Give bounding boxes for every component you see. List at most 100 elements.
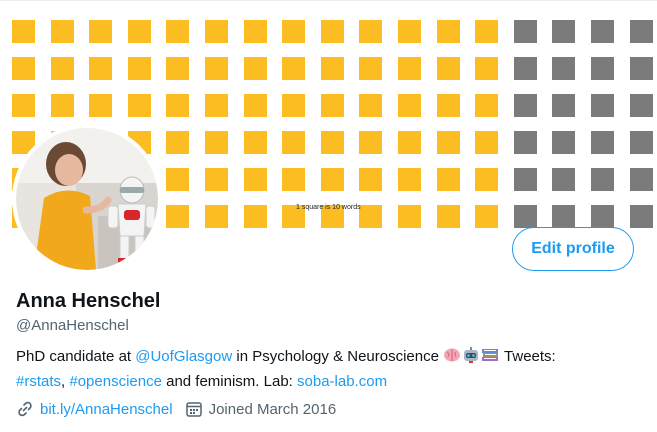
word-square: [89, 20, 112, 43]
word-square: [166, 205, 189, 228]
word-square: [630, 168, 653, 191]
word-square: [128, 57, 151, 80]
word-square: [128, 94, 151, 117]
books-emoji: [481, 346, 499, 371]
bio-text: PhD candidate at: [16, 348, 136, 365]
word-square: [321, 94, 344, 117]
word-square: [398, 168, 421, 191]
word-square: [475, 94, 498, 117]
word-square: [630, 20, 653, 43]
link-icon: [16, 400, 34, 418]
word-square: [514, 20, 537, 43]
word-square: [244, 205, 267, 228]
hashtag-rstats-link[interactable]: #rstats: [16, 373, 61, 390]
word-square: [166, 131, 189, 154]
word-square: [282, 20, 305, 43]
word-square: [475, 20, 498, 43]
word-square: [205, 168, 228, 191]
word-square: [437, 20, 460, 43]
word-square: [437, 131, 460, 154]
word-square: [514, 205, 537, 228]
word-square: [630, 131, 653, 154]
word-square: [282, 94, 305, 117]
mention-link[interactable]: @UofGlasgow: [135, 348, 232, 365]
word-square: [398, 131, 421, 154]
word-square: [205, 94, 228, 117]
word-square: [166, 168, 189, 191]
word-square: [359, 20, 382, 43]
word-square: [282, 168, 305, 191]
word-square: [51, 20, 74, 43]
word-square: [552, 57, 575, 80]
word-square: [89, 57, 112, 80]
word-square: [437, 57, 460, 80]
word-square: [12, 57, 35, 80]
word-square: [205, 20, 228, 43]
word-square: [475, 131, 498, 154]
bio-text: in Psychology & Neuroscience: [232, 348, 444, 365]
word-square: [359, 94, 382, 117]
word-square: [514, 57, 537, 80]
bio-text: and feminism. Lab:: [161, 373, 298, 390]
word-square: [437, 94, 460, 117]
word-square: [630, 57, 653, 80]
word-square: [51, 94, 74, 117]
website-link[interactable]: bit.ly/AnnaHenschel: [40, 401, 173, 418]
word-square: [128, 20, 151, 43]
word-square: [398, 94, 421, 117]
word-square: [12, 20, 35, 43]
word-square: [321, 57, 344, 80]
word-square: [591, 131, 614, 154]
word-square: [321, 20, 344, 43]
word-square: [244, 57, 267, 80]
word-square: [282, 131, 305, 154]
word-square: [205, 131, 228, 154]
word-square: [244, 20, 267, 43]
word-square: [321, 168, 344, 191]
joined-date: Joined March 2016: [208, 400, 337, 418]
word-square: [591, 205, 614, 228]
hashtag-openscience-link[interactable]: #openscience: [69, 373, 162, 390]
calendar-icon: [185, 400, 203, 418]
word-square: [398, 20, 421, 43]
word-square: [282, 57, 305, 80]
banner-caption: 1 square is 10 words: [296, 204, 361, 211]
avatar[interactable]: [12, 124, 162, 274]
word-square: [591, 168, 614, 191]
word-square: [437, 168, 460, 191]
lab-website-link[interactable]: soba-lab.com: [297, 373, 387, 390]
word-square: [205, 57, 228, 80]
word-square: [166, 57, 189, 80]
edit-profile-button[interactable]: Edit profile: [512, 227, 634, 271]
word-square: [166, 94, 189, 117]
word-square: [359, 168, 382, 191]
joined-item: Joined March 2016: [185, 400, 337, 418]
word-square: [244, 94, 267, 117]
word-square: [514, 131, 537, 154]
word-square: [591, 20, 614, 43]
word-square: [475, 205, 498, 228]
robot-emoji: [462, 346, 480, 371]
word-square: [244, 131, 267, 154]
word-square: [359, 205, 382, 228]
word-square: [552, 131, 575, 154]
word-square: [359, 57, 382, 80]
word-square: [398, 205, 421, 228]
brain-emoji: [443, 346, 461, 371]
avatar-photo: [16, 128, 158, 270]
word-square: [437, 205, 460, 228]
word-square: [359, 131, 382, 154]
word-square: [398, 57, 421, 80]
word-square: [552, 20, 575, 43]
word-square: [244, 168, 267, 191]
word-square: [552, 168, 575, 191]
bio-text: Tweets:: [500, 348, 556, 365]
word-square: [475, 57, 498, 80]
word-square: [591, 57, 614, 80]
word-square: [514, 94, 537, 117]
word-square: [591, 94, 614, 117]
profile-meta: bit.ly/AnnaHenschel Joined March 2016: [16, 400, 348, 418]
profile-handle: @AnnaHenschel: [16, 317, 129, 334]
word-square: [12, 94, 35, 117]
word-square: [514, 168, 537, 191]
